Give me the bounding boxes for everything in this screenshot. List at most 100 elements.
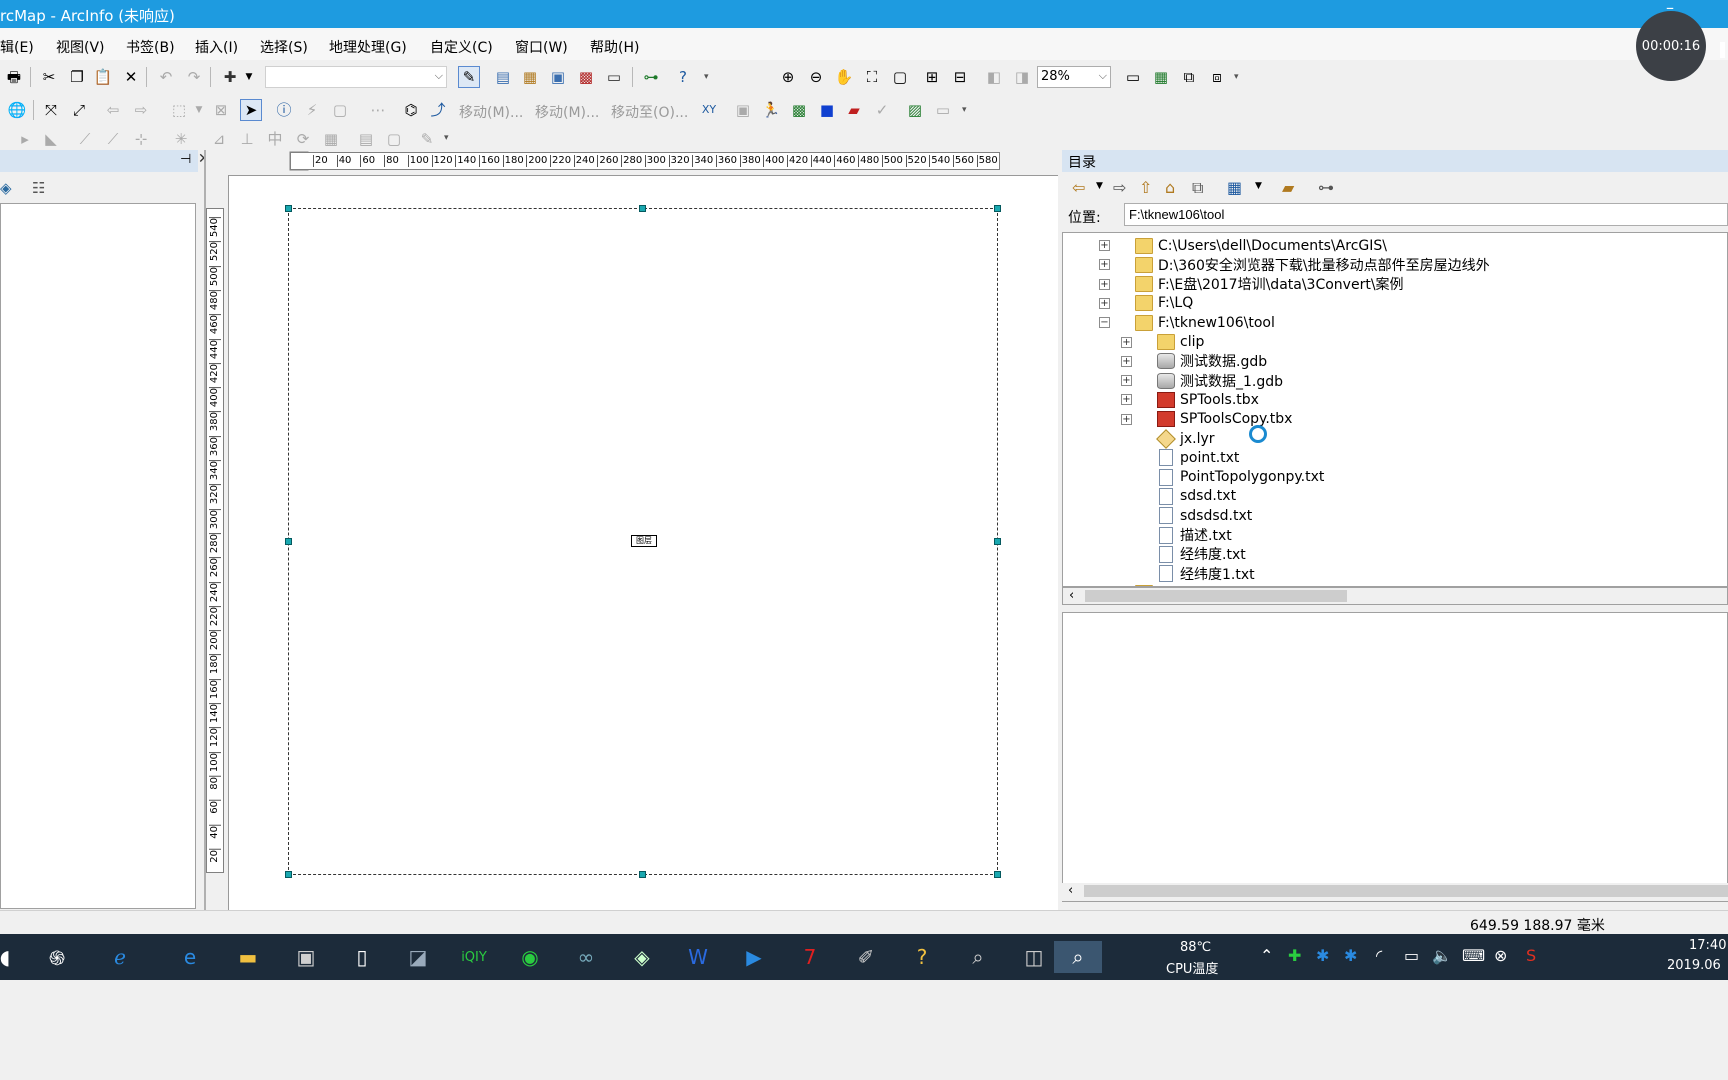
tray-app2-icon[interactable]: ✱ xyxy=(1344,946,1357,965)
catalog-window-icon[interactable]: ▦ xyxy=(519,66,541,88)
identify-icon[interactable]: ⓘ xyxy=(273,99,295,121)
catalog-tree-item[interactable]: + F:\LQ xyxy=(1099,294,1193,313)
zoom-combo[interactable]: 28% ⌵ xyxy=(1037,66,1111,88)
scroll-left-icon[interactable]: ‹ xyxy=(1069,588,1074,603)
search-app-icon[interactable]: ⌕ xyxy=(960,941,996,973)
expand-icon[interactable]: + xyxy=(1099,259,1110,271)
edit-tool-icon[interactable]: ▸ xyxy=(14,128,36,150)
toggle-contents-icon[interactable]: ⊶ xyxy=(1318,178,1334,197)
expand-icon[interactable]: + xyxy=(1099,240,1110,251)
catalog-tree-item[interactable]: point.txt xyxy=(1157,448,1239,467)
pin-icon[interactable]: ⊣ xyxy=(180,152,191,167)
copy-icon[interactable]: ❐ xyxy=(66,66,88,88)
full-extent-icon[interactable]: ⤧ xyxy=(40,99,62,121)
back-extent-icon[interactable]: ⇦ xyxy=(102,99,124,121)
cut-icon[interactable]: ✂ xyxy=(38,66,60,88)
zoom-in-fixed-icon[interactable]: ⊕ xyxy=(777,66,799,88)
iqiyi-icon[interactable]: iQIY xyxy=(456,941,492,973)
paste-icon[interactable]: 📋 xyxy=(92,66,114,88)
toolbar-grip-icon[interactable]: ▾ xyxy=(1234,72,1242,86)
catalog-tree-item[interactable]: + clip xyxy=(1121,333,1204,352)
menu-customize[interactable]: 自定义(C) xyxy=(430,37,493,57)
clear-selection-icon[interactable]: ⊠ xyxy=(210,99,232,121)
sketch-properties-icon[interactable]: ▤ xyxy=(355,128,377,150)
tray-bluetooth-icon[interactable]: ✱ xyxy=(1316,946,1329,965)
editor-options-icon[interactable]: ✎ xyxy=(416,128,438,150)
resize-handle[interactable] xyxy=(285,538,292,545)
list-by-drawing-order-icon[interactable]: ◈ xyxy=(0,179,12,197)
globe-icon[interactable]: 🌐 xyxy=(6,99,28,121)
print-icon[interactable]: 🖶 xyxy=(3,66,25,88)
move-button-1[interactable]: 移动(M)... xyxy=(459,102,523,122)
up-folder-icon[interactable]: ⇧ xyxy=(1139,178,1152,197)
expand-icon[interactable]: + xyxy=(1099,278,1110,290)
tray-chevron-icon[interactable]: ⌃ xyxy=(1260,946,1273,965)
select-dropdown-icon[interactable]: ▼ xyxy=(188,99,210,121)
document-icon[interactable]: ▯ xyxy=(344,941,380,973)
move-to-button[interactable]: 移动至(O)... xyxy=(611,102,688,122)
zoom-100-percent-icon[interactable]: ▢ xyxy=(889,66,911,88)
next-extent-icon[interactable]: ◨ xyxy=(1011,66,1033,88)
redo-icon[interactable]: ↷ xyxy=(183,66,205,88)
expand-icon[interactable]: + xyxy=(1099,297,1110,309)
preview-horizontal-scrollbar[interactable]: ‹ xyxy=(1062,883,1728,901)
catalog-tree-item[interactable]: − F:\tknew106\tool xyxy=(1099,313,1275,332)
catalog-tree-item[interactable]: sdsdsd.txt xyxy=(1157,506,1252,525)
catalog-tree-item[interactable]: + 测试数据.gdb xyxy=(1121,352,1267,371)
recording-stop-icon[interactable] xyxy=(1720,42,1725,58)
straight-segment-icon[interactable]: ⟋ xyxy=(74,128,96,150)
network-icon[interactable]: ◜ xyxy=(1376,946,1382,965)
resize-handle[interactable] xyxy=(994,205,1001,212)
video-icon[interactable]: ▶ xyxy=(736,941,772,973)
catalog-tree-item[interactable]: + 测试数据_1.gdb xyxy=(1121,371,1283,390)
menu-geoprocessing[interactable]: 地理处理(G) xyxy=(329,37,407,57)
zoom-out-fixed-icon[interactable]: ⊖ xyxy=(805,66,827,88)
menu-help[interactable]: 帮助(H) xyxy=(590,37,639,57)
move-button-2[interactable]: 移动(M)... xyxy=(535,102,599,122)
create-features-icon[interactable]: ▢ xyxy=(383,128,405,150)
expand-icon[interactable]: + xyxy=(1121,336,1132,348)
delete-icon[interactable]: ✕ xyxy=(120,66,142,88)
edit-vertices-icon[interactable]: ◣ xyxy=(40,128,62,150)
trace-icon[interactable]: ⟋ xyxy=(102,128,124,150)
image-icon[interactable]: ▨ xyxy=(904,99,926,121)
run-person-icon[interactable]: 🏃 xyxy=(760,99,782,121)
toolbar-grip-icon[interactable]: ▾ xyxy=(962,105,970,119)
catalog-tree-item[interactable]: + C:\Users\dell\Documents\ArcGIS\ xyxy=(1099,236,1387,255)
help-icon[interactable]: ? xyxy=(904,941,940,973)
start-icon[interactable]: ◖ xyxy=(0,941,10,973)
color-ramp-icon[interactable]: ▰ xyxy=(843,99,865,121)
notebook-icon[interactable]: ◪ xyxy=(400,941,436,973)
data-frame[interactable]: 图层 xyxy=(288,208,998,875)
point-tool-icon[interactable]: ⊹ xyxy=(130,128,152,150)
fixed-zoom-in-icon[interactable]: ⊞ xyxy=(921,66,943,88)
blue-square-icon[interactable]: ■ xyxy=(816,99,838,121)
new-folder-icon[interactable]: ▰ xyxy=(1282,178,1294,197)
attributes-icon[interactable]: ▦ xyxy=(320,128,342,150)
browser-360-icon[interactable]: ◉ xyxy=(512,941,548,973)
catalog-tree-item[interactable]: + F:\E盘\2017培训\data\3Convert\案例 xyxy=(1099,275,1404,294)
keyboard-icon[interactable]: ⌨ xyxy=(1462,946,1485,965)
cut-polygon-icon[interactable]: ⊥ xyxy=(236,128,258,150)
undo-icon[interactable]: ↶ xyxy=(155,66,177,88)
ie-icon[interactable]: ℯ xyxy=(102,941,138,973)
measure-icon[interactable]: ⋯ xyxy=(367,99,389,121)
add-data-dropdown-icon[interactable]: ▼ xyxy=(238,66,260,88)
catalog-tree-item[interactable]: PointTopolygonpy.txt xyxy=(1157,468,1324,487)
connect-folder-icon[interactable]: ⧉ xyxy=(1192,178,1203,198)
forward-icon[interactable]: ⇨ xyxy=(1113,178,1126,197)
find-icon[interactable]: ⌬ xyxy=(400,99,422,121)
arctoolbox-icon[interactable]: ▩ xyxy=(575,66,597,88)
catalog-tree-item[interactable]: + D:\360安全浏览器下载\批量移动点部件至房屋边线外 xyxy=(1099,255,1490,274)
scroll-thumb[interactable] xyxy=(1085,590,1347,602)
home-icon[interactable]: ⌂ xyxy=(1165,178,1175,197)
views-dropdown-icon[interactable]: ▼ xyxy=(1255,181,1262,191)
xy-icon[interactable]: XY xyxy=(698,99,720,121)
catalog-tree-item[interactable]: 经纬度1.txt xyxy=(1157,564,1255,583)
resize-handle[interactable] xyxy=(285,205,292,212)
catalog-tree-item[interactable]: 描述.txt xyxy=(1157,526,1232,545)
toggle-draft-mode-icon[interactable]: ▭ xyxy=(1122,66,1144,88)
fixed-zoom-out-icon[interactable]: ⊟ xyxy=(949,66,971,88)
popup-icon[interactable]: ▭ xyxy=(932,99,954,121)
check-icon[interactable]: ✓ xyxy=(871,99,893,121)
